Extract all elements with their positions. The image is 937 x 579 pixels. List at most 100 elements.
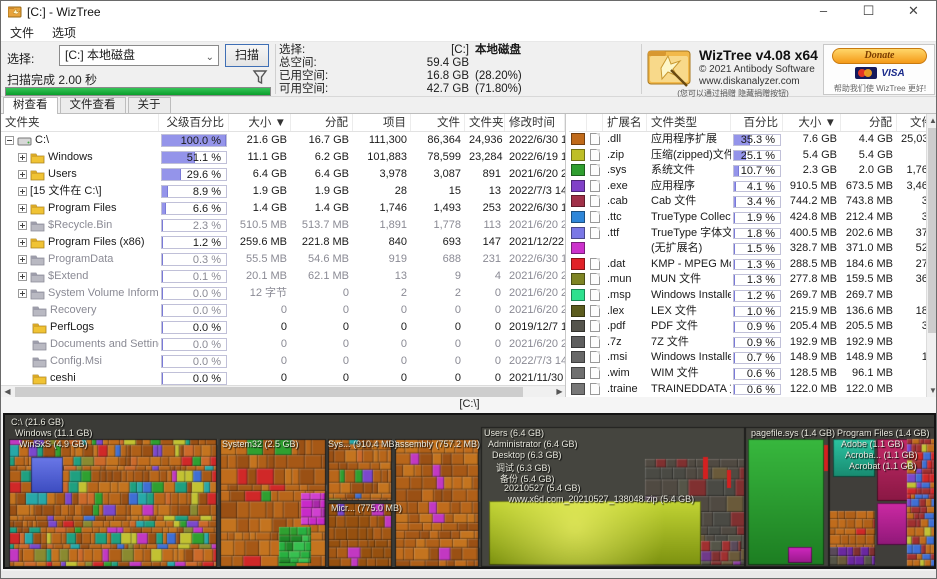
scroll-thumb[interactable] <box>928 128 937 333</box>
close-button[interactable]: ✕ <box>891 1 936 23</box>
menu-options[interactable]: 选项 <box>43 24 85 41</box>
table-row[interactable]: .sys系统文件10.7 %2.3 GB2.0 GB1,768 <box>569 163 937 179</box>
maximize-button[interactable]: ☐ <box>846 1 891 23</box>
folder-name[interactable]: PerfLogs <box>1 319 159 336</box>
table-row[interactable]: [15 文件在 C:\]8.9 %1.9 GB1.9 GB2815132022/… <box>1 183 565 200</box>
color-swatch <box>569 382 587 398</box>
expander-icon[interactable] <box>5 136 14 145</box>
scroll-right-icon[interactable]: ▶ <box>553 386 566 397</box>
table-row[interactable]: Config.Msi0.0 %000002022/7/3 14:33 <box>1 353 565 370</box>
website-link[interactable]: www.diskanalyzer.com <box>699 76 800 87</box>
ext-header[interactable]: 扩展名 文件类型 百分比 大小 ▼ 分配 文件 <box>569 114 937 132</box>
table-row[interactable]: Windows51.1 %11.1 GB6.2 GB101,88378,5992… <box>1 149 565 166</box>
treemap[interactable]: C:\ (21.6 GB)Windows (11.1 GB)WinSxS (4.… <box>3 413 936 569</box>
scroll-down-icon[interactable]: ▼ <box>927 384 937 397</box>
size-cell: 0 <box>229 302 291 319</box>
table-row[interactable]: .wimWIM 文件0.6 %128.5 MB96.1 MB7 <box>569 366 937 382</box>
table-row[interactable]: .zip压缩(zipped)文件25.1 %5.4 GB5.4 GB3 <box>569 148 937 164</box>
files-cell: 78,599 <box>411 149 465 166</box>
stat-value: [C:] <box>341 44 473 57</box>
folder-name[interactable]: Documents and Settings <box>1 336 159 353</box>
scroll-thumb[interactable] <box>15 387 523 397</box>
folder-name[interactable]: Windows <box>1 149 159 166</box>
folder-name[interactable]: C:\ <box>1 132 159 149</box>
minimize-button[interactable]: – <box>801 1 846 23</box>
size-cell: 11.1 GB <box>229 149 291 166</box>
table-row[interactable]: Users29.6 %6.4 GB6.4 GB3,9783,0878912021… <box>1 166 565 183</box>
tree-header[interactable]: 文件夹 父级百分比 大小 ▼ 分配 项目 文件 文件夹 修改时间 <box>1 114 565 132</box>
table-row[interactable]: .exe应用程序4.1 %910.5 MB673.5 MB3,468 <box>569 179 937 195</box>
percent-cell: 1.0 % <box>731 304 783 320</box>
treemap-canvas[interactable] <box>5 415 934 567</box>
expander-icon[interactable] <box>18 187 27 196</box>
table-row[interactable]: Program Files (x86)1.2 %259.6 MB221.8 MB… <box>1 234 565 251</box>
donate-button[interactable]: Donate <box>832 48 927 64</box>
expander-icon[interactable] <box>18 153 27 162</box>
table-row[interactable]: .7z7Z 文件0.9 %192.9 MB192.9 MB2 <box>569 335 937 351</box>
ext-vertical-scrollbar[interactable]: ▲ ▼ <box>926 114 937 397</box>
type-cell: MUN 文件 <box>647 272 731 288</box>
table-row[interactable]: .mspWindows Installe1.2 %269.7 MB269.7 M… <box>569 288 937 304</box>
table-row[interactable]: .msiWindows Installe0.7 %148.9 MB148.9 M… <box>569 350 937 366</box>
table-row[interactable]: Recovery0.0 %000002021/6/20 21: <box>1 302 565 319</box>
table-row[interactable]: .cabCab 文件3.4 %744.2 MB743.8 MB30 <box>569 194 937 210</box>
size-cell: 12 字节 <box>229 285 291 302</box>
scroll-left-icon[interactable]: ◀ <box>1 386 14 397</box>
folder-name[interactable]: Config.Msi <box>1 353 159 370</box>
expander-icon[interactable] <box>18 221 27 230</box>
expander-icon[interactable] <box>18 289 27 298</box>
table-row[interactable]: Documents and Settings0.0 %000002021/6/2… <box>1 336 565 353</box>
expander-icon[interactable] <box>18 255 27 264</box>
alloc-cell: 1.9 GB <box>291 183 353 200</box>
table-row[interactable]: $Recycle.Bin2.3 %510.5 MB513.7 MB1,8911,… <box>1 217 565 234</box>
expander-icon[interactable] <box>18 204 27 213</box>
folder-name[interactable]: $Recycle.Bin <box>1 217 159 234</box>
table-row[interactable]: System Volume Information0.0 %12 字节02202… <box>1 285 565 302</box>
folder-name[interactable]: Users <box>1 166 159 183</box>
expander-icon[interactable] <box>18 272 27 281</box>
folder-name[interactable]: Program Files (x86) <box>1 234 159 251</box>
items-cell: 0 <box>353 336 411 353</box>
scroll-up-icon[interactable]: ▲ <box>927 114 937 127</box>
drive-combo[interactable]: [C:] 本地磁盘 ⌄ <box>59 45 219 66</box>
folder-name[interactable]: System Volume Information <box>1 285 159 302</box>
drive-stats: 选择: [C:] 本地磁盘 总空间: 59.4 GB 已用空间: 16.8 GB… <box>279 44 637 96</box>
expander-icon[interactable] <box>18 238 27 247</box>
table-row[interactable]: .munMUN 文件1.3 %277.8 MB159.5 MB367 <box>569 272 937 288</box>
folder-name[interactable]: ProgramData <box>1 251 159 268</box>
table-row[interactable]: .datKMP - MPEG Mo1.3 %288.5 MB184.6 MB27… <box>569 257 937 273</box>
about-block: WizTree v4.08 x64 © 2021 Antibody Softwa… <box>645 43 821 97</box>
table-row[interactable]: $Extend0.1 %20.1 MB62.1 MB13942021/6/20 … <box>1 268 565 285</box>
tab-file-view[interactable]: 文件查看 <box>60 97 126 113</box>
table-row[interactable]: Program Files6.6 %1.4 GB1.4 GB1,7461,493… <box>1 200 565 217</box>
folder-name[interactable]: [15 文件在 C:\] <box>1 183 159 200</box>
folder-name[interactable]: $Extend <box>1 268 159 285</box>
table-row[interactable]: .dll应用程序扩展35.3 %7.6 GB4.4 GB25,038 <box>569 132 937 148</box>
folder-name[interactable]: Program Files <box>1 200 159 217</box>
table-row[interactable]: C:\100.0 %21.6 GB16.7 GB111,30086,36424,… <box>1 132 565 149</box>
folders-cell: 13 <box>465 183 505 200</box>
tree-horizontal-scrollbar[interactable]: ◀ ▶ <box>1 385 566 397</box>
tab-tree-view[interactable]: 树查看 <box>3 97 58 114</box>
table-row[interactable]: .pdfPDF 文件0.9 %205.4 MB205.5 MB36 <box>569 319 937 335</box>
folder-name[interactable]: Recovery <box>1 302 159 319</box>
scan-button[interactable]: 扫描 <box>225 44 269 67</box>
size-cell: 122.0 MB <box>783 382 841 398</box>
tab-about[interactable]: 关于 <box>128 97 171 113</box>
percent-cell: 100.0 % <box>159 132 229 149</box>
folders-cell: 4 <box>465 268 505 285</box>
folder-icon <box>30 271 45 283</box>
table-row[interactable]: PerfLogs0.0 %000002019/12/7 17: <box>1 319 565 336</box>
filter-icon[interactable] <box>250 67 270 87</box>
table-row[interactable]: (无扩展名)1.5 %328.7 MB371.0 MB524 <box>569 241 937 257</box>
table-row[interactable]: ProgramData0.3 %55.5 MB54.6 MB9196882312… <box>1 251 565 268</box>
table-row[interactable]: .ttfTrueType 字体文1.8 %400.5 MB202.6 MB374 <box>569 226 937 242</box>
table-row[interactable]: .lexLEX 文件1.0 %215.9 MB136.6 MB188 <box>569 304 937 320</box>
menu-file[interactable]: 文件 <box>1 24 43 41</box>
table-row[interactable]: .ttcTrueType Collect1.9 %424.8 MB212.4 M… <box>569 210 937 226</box>
stat-label: 已用空间: <box>279 70 341 83</box>
expander-icon[interactable] <box>18 170 27 179</box>
table-row[interactable]: .traineTRAINEDDATA 文0.6 %122.0 MB122.0 M… <box>569 382 937 398</box>
percent-cell: 0.6 % <box>731 382 783 398</box>
percent-cell: 8.9 % <box>159 183 229 200</box>
